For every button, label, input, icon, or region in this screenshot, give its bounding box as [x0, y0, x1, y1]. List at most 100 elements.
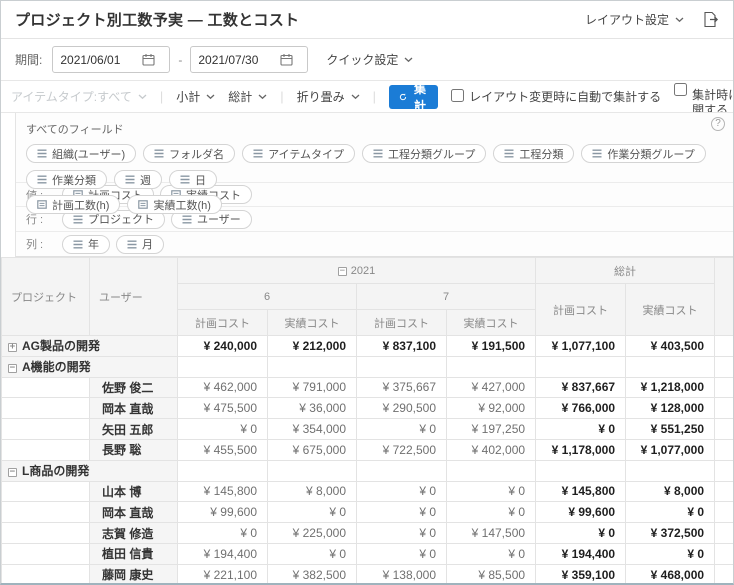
all-fields-title: すべてのフィールド — [26, 121, 723, 137]
field-chip[interactable]: 作業分類 — [26, 170, 107, 189]
group-row-cell[interactable]: −L商品の開発 — [2, 460, 178, 481]
field-chip[interactable]: 日 — [169, 170, 217, 189]
dimension-field-icon — [125, 175, 135, 184]
group-row-cell[interactable]: −A機能の開発 — [2, 356, 178, 377]
collapse-icon[interactable]: − — [8, 364, 17, 373]
dimension-field-icon — [373, 149, 383, 158]
dimension-field-icon — [37, 175, 47, 184]
field-chip[interactable]: 月 — [116, 235, 164, 254]
table-row: 矢田 五郎¥ 0¥ 354,000¥ 0¥ 197,250¥ 0¥ 551,25… — [2, 419, 734, 440]
project-cell-empty — [2, 543, 90, 564]
measure-chip-list: 計画工数(h) 実績工数(h) — [26, 195, 723, 214]
quick-setting-dropdown[interactable]: クイック設定 — [326, 51, 413, 68]
field-chip-label: 月 — [142, 236, 153, 252]
project-group-name: AG製品の開発 — [22, 339, 100, 353]
expand-icon[interactable]: + — [8, 343, 17, 352]
value-cell — [357, 356, 447, 377]
total-value-cell: ¥ 0 — [536, 419, 626, 440]
dimension-field-icon — [37, 149, 47, 158]
project-cell-empty — [2, 523, 90, 544]
user-name-cell: 佐野 俊二 — [90, 377, 178, 398]
layout-settings-label: レイアウト設定 — [585, 11, 669, 28]
plan-cost-header: 計画コスト — [357, 310, 447, 336]
table-row: 岡本 直哉¥ 99,600¥ 0¥ 0¥ 0¥ 99,600¥ 0 — [2, 502, 734, 523]
layout-settings-dropdown[interactable]: レイアウト設定 — [585, 11, 684, 28]
value-cell — [447, 460, 536, 481]
total-value-cell: ¥ 0 — [536, 523, 626, 544]
field-chip[interactable]: 作業分類グループ — [581, 144, 705, 163]
collapse-dropdown[interactable]: 折り畳み — [297, 88, 360, 105]
field-chip[interactable]: 週 — [114, 170, 162, 189]
month-6-header: 6 — [178, 284, 357, 310]
dimension-field-icon — [182, 215, 192, 224]
value-cell: ¥ 354,000 — [268, 419, 357, 440]
field-chip[interactable]: アイテムタイプ — [242, 144, 355, 163]
field-chip[interactable]: 工程分類 — [493, 144, 574, 163]
period-to-field[interactable] — [190, 46, 308, 73]
total-value-cell: ¥ 1,077,100 — [536, 336, 626, 357]
field-chip[interactable]: フォルダ名 — [143, 144, 235, 163]
value-cell: ¥ 240,000 — [178, 336, 268, 357]
grand-total-dropdown[interactable]: 総計 — [228, 88, 267, 105]
collapse-year-icon[interactable]: − — [338, 267, 347, 276]
table-row: 植田 信貴¥ 194,400¥ 0¥ 0¥ 0¥ 194,400¥ 0 — [2, 543, 734, 564]
total-value-cell: ¥ 194,400 — [536, 543, 626, 564]
value-cell: ¥ 0 — [357, 502, 447, 523]
pivot-config-panel: すべてのフィールド 組織(ユーザー) フォルダ名 アイテムタイプ 工程分類グループ工程… — [15, 113, 733, 257]
refresh-icon — [399, 91, 407, 103]
year-column-header: −2021 — [178, 258, 536, 284]
period-from-input[interactable] — [60, 53, 136, 67]
grand-total-label: 総計 — [228, 88, 252, 105]
value-cell: ¥ 8,000 — [268, 481, 357, 502]
period-label: 期間: — [15, 51, 42, 68]
calendar-icon[interactable] — [280, 53, 293, 66]
grand-total-column-header: 総計 — [536, 258, 715, 284]
value-cell: ¥ 92,000 — [447, 398, 536, 419]
filler-cell — [715, 356, 734, 377]
expand-on-aggregate-checkbox[interactable] — [674, 83, 687, 96]
table-row: 志賀 修造¥ 0¥ 225,000¥ 0¥ 147,500¥ 0¥ 372,50… — [2, 523, 734, 544]
field-chip[interactable]: 実績工数(h) — [127, 195, 221, 214]
value-cell: ¥ 147,500 — [447, 523, 536, 544]
table-row: +AG製品の開発¥ 240,000¥ 212,000¥ 837,100¥ 191… — [2, 336, 734, 357]
value-cell: ¥ 0 — [178, 419, 268, 440]
auto-aggregate-checkbox[interactable] — [451, 89, 464, 102]
field-chip[interactable]: 工程分類グループ — [362, 144, 486, 163]
value-cell: ¥ 99,600 — [178, 502, 268, 523]
total-value-cell — [626, 356, 715, 377]
value-cell: ¥ 722,500 — [357, 439, 447, 460]
group-row-cell[interactable]: + AG製品の開発 — [2, 336, 178, 357]
aggregate-button[interactable]: 集計 — [389, 85, 438, 109]
value-cell — [357, 460, 447, 481]
value-cell — [178, 356, 268, 377]
period-from-field[interactable] — [52, 46, 170, 73]
title-bar: プロジェクト別工数予実 — 工数とコスト レイアウト設定 — [1, 1, 733, 39]
field-chip-label: 日 — [195, 172, 206, 188]
chevron-down-icon — [404, 57, 413, 63]
field-chip-label: アイテムタイプ — [268, 146, 344, 162]
project-group-name: A機能の開発 — [22, 360, 91, 374]
field-chip[interactable]: 計画工数(h) — [26, 195, 120, 214]
chevron-down-icon — [351, 94, 360, 100]
value-cell: ¥ 375,667 — [357, 377, 447, 398]
dimension-field-icon — [504, 149, 514, 158]
collapse-icon[interactable]: − — [8, 468, 17, 477]
dimension-field-icon — [73, 215, 83, 224]
user-name-cell: 岡本 直哉 — [90, 502, 178, 523]
export-icon[interactable] — [702, 11, 719, 28]
total-plan-cost-header: 計画コスト — [536, 284, 626, 336]
help-icon[interactable]: ? — [711, 117, 725, 131]
project-cell-empty — [2, 564, 90, 585]
period-to-input[interactable] — [198, 53, 274, 67]
value-cell: ¥ 85,500 — [447, 564, 536, 585]
total-value-cell: ¥ 99,600 — [536, 502, 626, 523]
value-cell: ¥ 0 — [357, 481, 447, 502]
filler-cell — [715, 543, 734, 564]
value-cell: ¥ 837,100 — [357, 336, 447, 357]
filler-cell — [715, 502, 734, 523]
subtotal-dropdown[interactable]: 小計 — [176, 88, 215, 105]
calendar-icon[interactable] — [142, 53, 155, 66]
total-value-cell: ¥ 0 — [626, 543, 715, 564]
field-chip[interactable]: 組織(ユーザー) — [26, 144, 136, 163]
field-chip[interactable]: 年 — [62, 235, 110, 254]
